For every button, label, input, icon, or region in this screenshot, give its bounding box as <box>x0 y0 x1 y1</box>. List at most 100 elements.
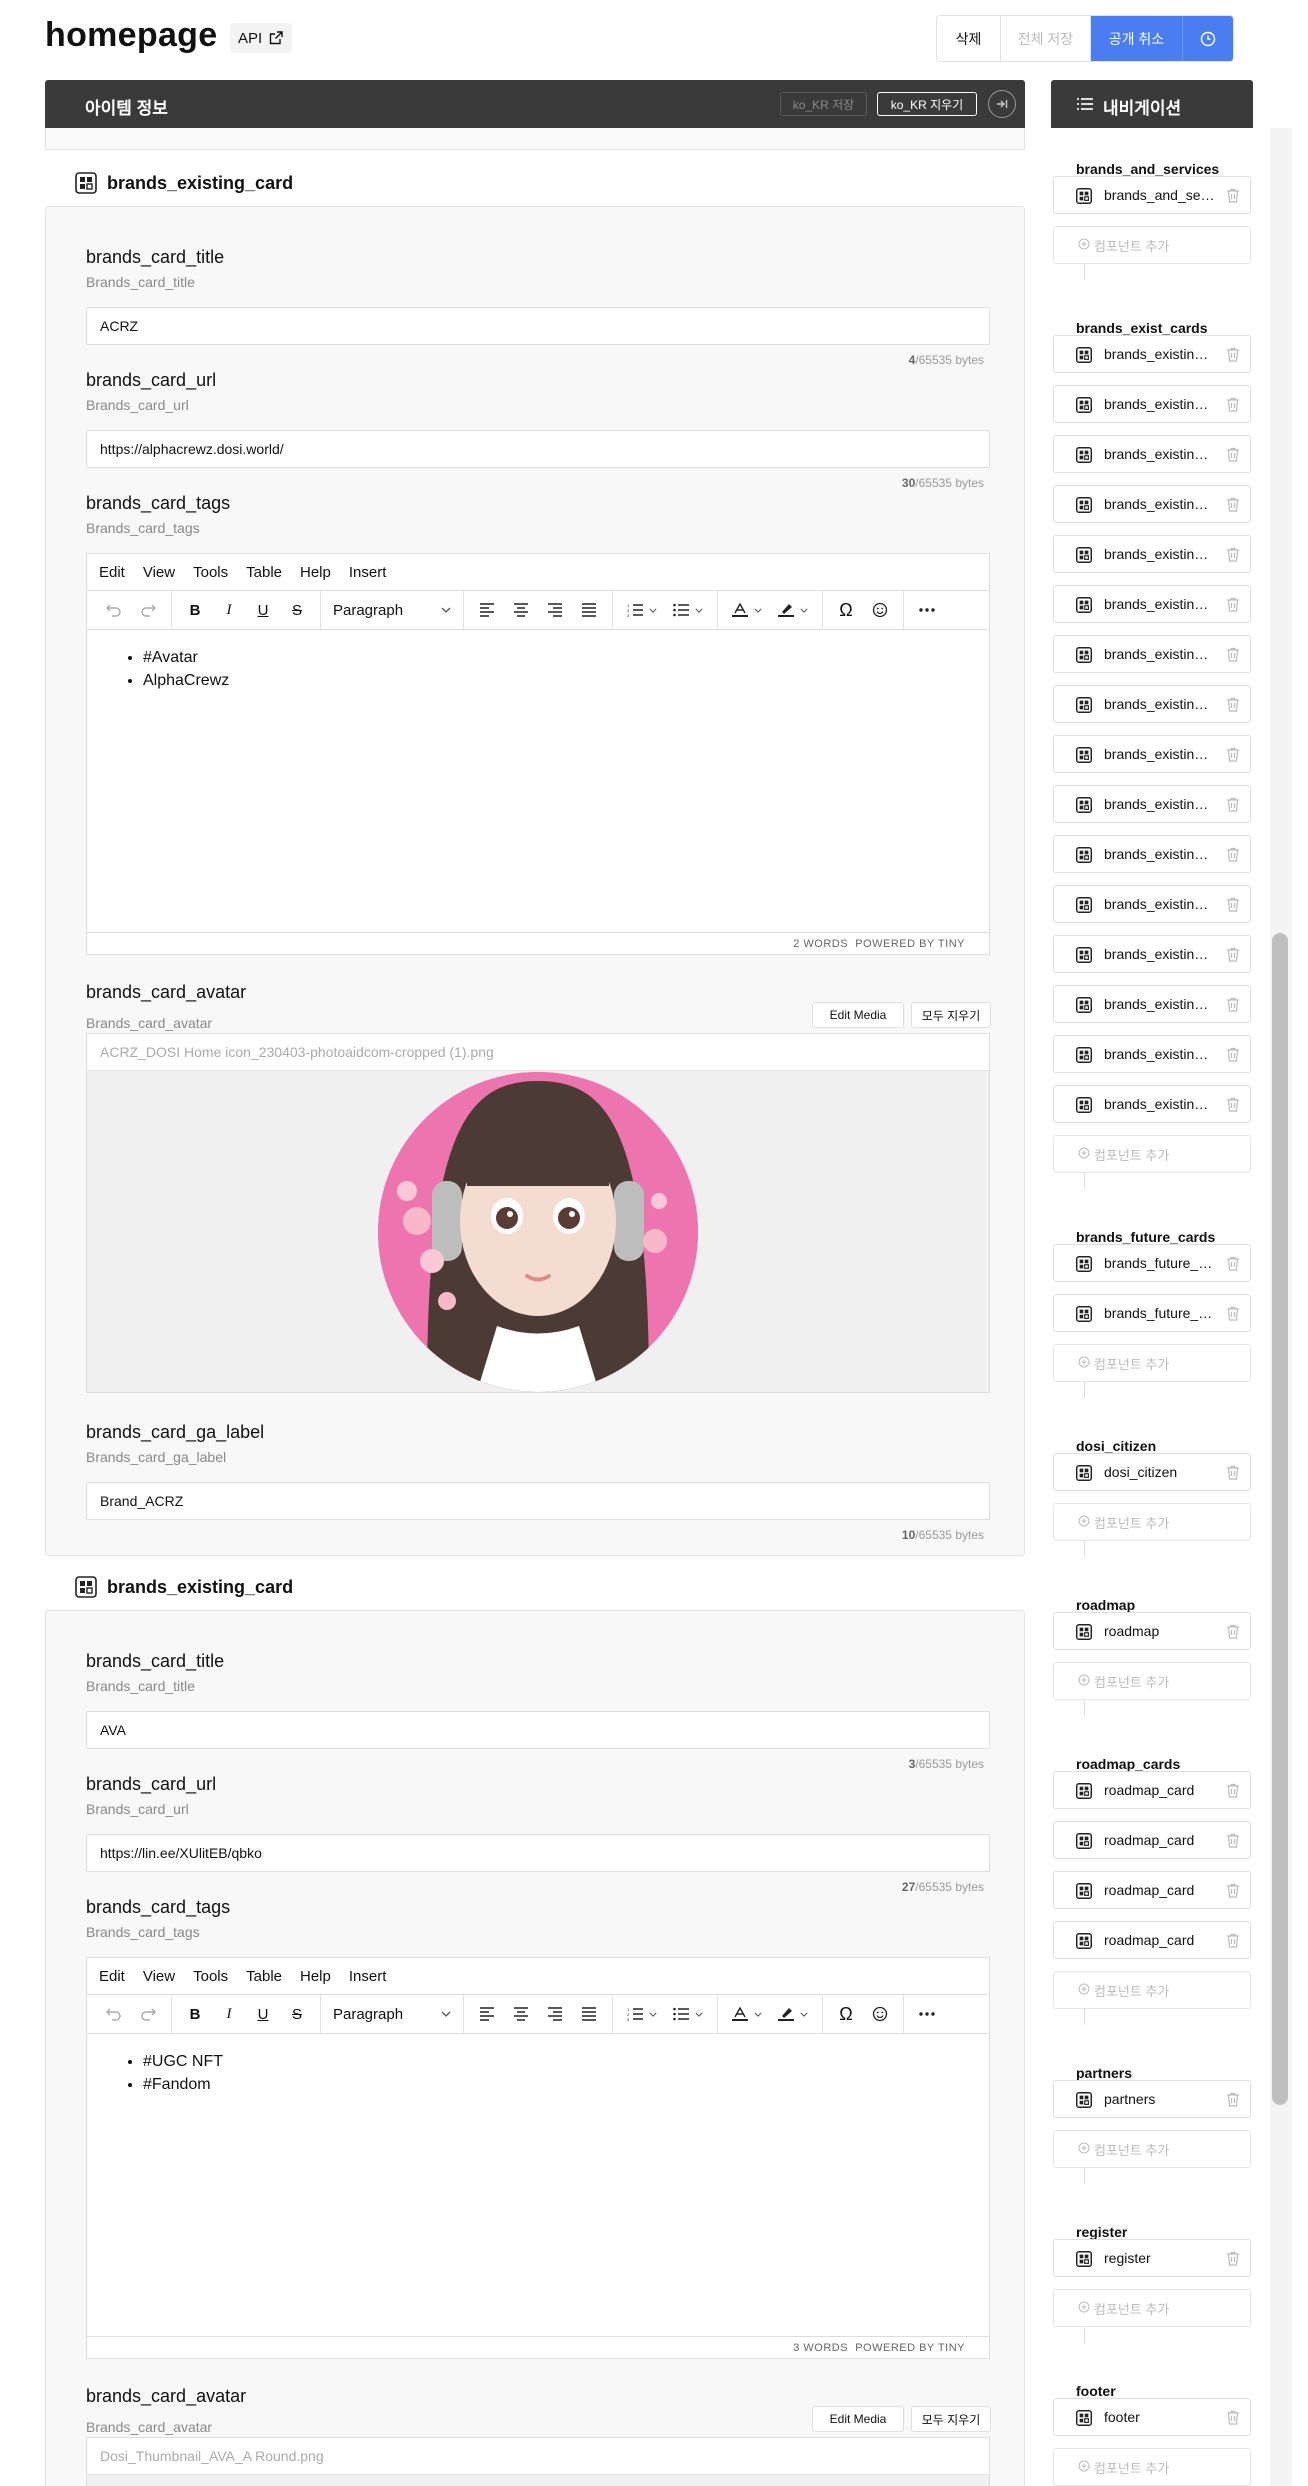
menu-table[interactable]: Table <box>246 564 282 581</box>
trash-icon[interactable] <box>1226 797 1240 817</box>
trash-icon[interactable] <box>1226 1783 1240 1803</box>
block-format-select[interactable]: Paragraph <box>327 595 457 625</box>
nav-item-brands-existing-card[interactable]: brands_existing_card <box>1053 1085 1251 1123</box>
trash-icon[interactable] <box>1226 447 1240 467</box>
trash-icon[interactable] <box>1226 1833 1240 1853</box>
trash-icon[interactable] <box>1226 1883 1240 1903</box>
bullet-list-button[interactable] <box>665 595 711 625</box>
nav-item-roadmap-card[interactable]: roadmap_card <box>1053 1821 1251 1859</box>
trash-icon[interactable] <box>1226 1933 1240 1953</box>
menu-table[interactable]: Table <box>246 1968 282 1985</box>
justify-button[interactable] <box>572 1999 606 2029</box>
justify-button[interactable] <box>572 595 606 625</box>
nav-item-brands-existing-card[interactable]: brands_existing_card <box>1053 585 1251 623</box>
trash-icon[interactable] <box>1226 997 1240 1017</box>
nav-item-brands-existing-card[interactable]: brands_existing_card <box>1053 935 1251 973</box>
nav-item-register[interactable]: register <box>1053 2239 1251 2277</box>
undo-button[interactable] <box>97 1999 131 2029</box>
menu-help[interactable]: Help <box>300 1968 331 1985</box>
trash-icon[interactable] <box>1226 1624 1240 1644</box>
trash-icon[interactable] <box>1226 547 1240 567</box>
nav-item-roadmap-card[interactable]: roadmap_card <box>1053 1871 1251 1909</box>
clear-locale-button[interactable]: ko_KR 지우기 <box>877 92 977 116</box>
nav-item-partners[interactable]: partners <box>1053 2080 1251 2118</box>
menu-insert[interactable]: Insert <box>349 1968 387 1985</box>
trash-icon[interactable] <box>1226 897 1240 917</box>
menu-tools[interactable]: Tools <box>193 564 228 581</box>
save-locale-button[interactable]: ko_KR 저장 <box>780 92 867 116</box>
align-right-button[interactable] <box>538 1999 572 2029</box>
add-component-button[interactable]: 컴포넌트 추가 <box>1053 1971 1251 2009</box>
menu-help[interactable]: Help <box>300 564 331 581</box>
collapse-panel-button[interactable] <box>988 90 1016 118</box>
emoji-button[interactable] <box>863 595 897 625</box>
nav-item-brands-future-card[interactable]: brands_future_card <box>1053 1244 1251 1282</box>
edit-media-button[interactable]: Edit Media <box>812 2406 904 2432</box>
nav-item-brands-existing-card[interactable]: brands_existing_card <box>1053 835 1251 873</box>
add-component-button[interactable]: 컴포넌트 추가 <box>1053 1344 1251 1382</box>
menu-edit[interactable]: Edit <box>99 1968 125 1985</box>
nav-item-brands-existing-card[interactable]: brands_existing_card <box>1053 735 1251 773</box>
nav-item-brands-existing-card[interactable]: brands_existing_card <box>1053 335 1251 373</box>
trash-icon[interactable] <box>1226 847 1240 867</box>
ga-label-input[interactable]: Brand_ACRZ <box>86 1482 990 1520</box>
edit-media-button[interactable]: Edit Media <box>812 1002 904 1028</box>
bold-button[interactable]: B <box>178 595 212 625</box>
clear-all-button[interactable]: 모두 지우기 <box>911 2406 991 2432</box>
strikethrough-button[interactable]: S <box>280 1999 314 2029</box>
trash-icon[interactable] <box>1226 2251 1240 2271</box>
align-left-button[interactable] <box>470 1999 504 2029</box>
add-component-button[interactable]: 컴포넌트 추가 <box>1053 2289 1251 2327</box>
special-char-button[interactable]: Ω <box>829 595 863 625</box>
trash-icon[interactable] <box>1226 1465 1240 1485</box>
text-color-button[interactable] <box>724 1999 770 2029</box>
trash-icon[interactable] <box>1226 747 1240 767</box>
trash-icon[interactable] <box>1226 347 1240 367</box>
trash-icon[interactable] <box>1226 1047 1240 1067</box>
align-center-button[interactable] <box>504 595 538 625</box>
editor-content[interactable]: #UGC NFT #Fandom <box>87 2034 989 2336</box>
trash-icon[interactable] <box>1226 1306 1240 1326</box>
italic-button[interactable]: I <box>212 1999 246 2029</box>
add-component-button[interactable]: 컴포넌트 추가 <box>1053 1662 1251 1700</box>
trash-icon[interactable] <box>1226 1256 1240 1276</box>
nav-item-roadmap-card[interactable]: roadmap_card <box>1053 1921 1251 1959</box>
strikethrough-button[interactable]: S <box>280 595 314 625</box>
nav-item-roadmap-card[interactable]: roadmap_card <box>1053 1771 1251 1809</box>
add-component-button[interactable]: 컴포넌트 추가 <box>1053 1503 1251 1541</box>
nav-item-brands-future-card[interactable]: brands_future_card <box>1053 1294 1251 1332</box>
menu-view[interactable]: View <box>143 564 175 581</box>
highlight-color-button[interactable] <box>770 595 816 625</box>
undo-button[interactable] <box>97 595 131 625</box>
unpublish-button[interactable]: 공개 취소 <box>1091 16 1183 61</box>
nav-item-dosi-citizen[interactable]: dosi_citizen <box>1053 1453 1251 1491</box>
trash-icon[interactable] <box>1226 597 1240 617</box>
nav-item-brands-existing-card[interactable]: brands_existing_card <box>1053 635 1251 673</box>
nav-item-footer[interactable]: footer <box>1053 2398 1251 2436</box>
trash-icon[interactable] <box>1226 497 1240 517</box>
trash-icon[interactable] <box>1226 1097 1240 1117</box>
block-format-select[interactable]: Paragraph <box>327 1999 457 2029</box>
numbered-list-button[interactable]: 123 <box>619 1999 665 2029</box>
trash-icon[interactable] <box>1226 697 1240 717</box>
nav-item-brands-existing-card[interactable]: brands_existing_card <box>1053 385 1251 423</box>
underline-button[interactable]: U <box>246 595 280 625</box>
redo-button[interactable] <box>131 595 165 625</box>
nav-item-brands-existing-card[interactable]: brands_existing_card <box>1053 885 1251 923</box>
bullet-list-button[interactable] <box>665 1999 711 2029</box>
more-button[interactable] <box>910 595 944 625</box>
nav-item-brands-existing-card[interactable]: brands_existing_card <box>1053 535 1251 573</box>
align-right-button[interactable] <box>538 595 572 625</box>
trash-icon[interactable] <box>1226 2410 1240 2430</box>
clear-all-button[interactable]: 모두 지우기 <box>911 1002 991 1028</box>
save-all-button[interactable]: 전체 저장 <box>1001 16 1091 61</box>
menu-view[interactable]: View <box>143 1968 175 1985</box>
sidebar-scrollbar-thumb[interactable] <box>1272 933 1288 2105</box>
more-button[interactable] <box>910 1999 944 2029</box>
menu-insert[interactable]: Insert <box>349 564 387 581</box>
trash-icon[interactable] <box>1226 947 1240 967</box>
nav-item-roadmap[interactable]: roadmap <box>1053 1612 1251 1650</box>
trash-icon[interactable] <box>1226 397 1240 417</box>
nav-item-brands-existing-card[interactable]: brands_existing_card <box>1053 985 1251 1023</box>
api-button[interactable]: API <box>230 23 293 53</box>
